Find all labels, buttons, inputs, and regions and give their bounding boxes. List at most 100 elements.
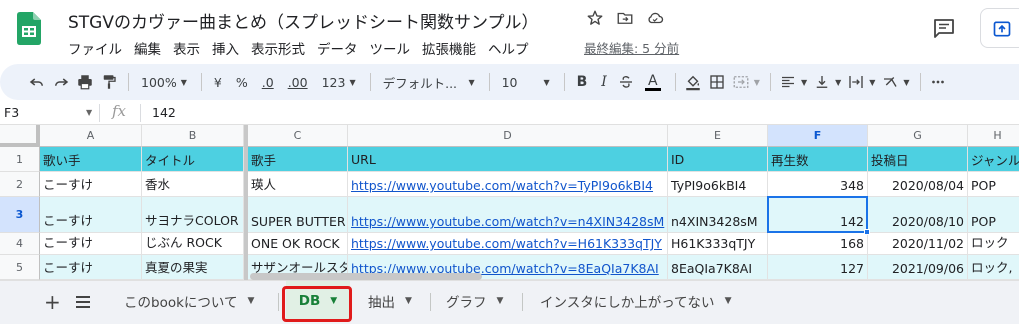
star-icon[interactable] xyxy=(586,9,604,27)
cell-views[interactable]: 127 xyxy=(768,255,868,280)
header-cell-singer[interactable]: 歌い手 xyxy=(40,147,142,172)
last-edit-link[interactable]: 最終編集: 5 分前 xyxy=(584,38,679,57)
add-sheet-button[interactable]: + xyxy=(44,292,61,312)
cell-singer[interactable]: こーすけ xyxy=(40,255,142,280)
column-header[interactable]: F xyxy=(768,125,868,147)
horizontal-align-button[interactable]: ▼ xyxy=(779,69,807,95)
cell-id[interactable]: TyPI9o6kBI4 xyxy=(668,172,768,197)
currency-button[interactable]: ¥ xyxy=(210,69,226,95)
cell-singer[interactable]: こーすけ xyxy=(40,233,142,255)
cell-genre[interactable]: POP xyxy=(968,197,1019,233)
cell-id[interactable]: 8EaQIa7K8AI xyxy=(668,255,768,280)
text-color-button[interactable]: A xyxy=(641,69,665,95)
row-header[interactable]: 5 xyxy=(0,255,40,280)
cell-posted[interactable]: 2021/09/06 xyxy=(868,255,968,280)
column-header[interactable]: A xyxy=(40,125,142,147)
cell-title[interactable]: 真夏の果実 xyxy=(142,255,244,280)
cloud-status-icon[interactable] xyxy=(646,9,664,27)
cell-genre[interactable]: POP xyxy=(968,172,1019,197)
text-rotation-button[interactable]: ▼ xyxy=(881,69,910,95)
cell-posted[interactable]: 2020/11/02 xyxy=(868,233,968,255)
fill-color-button[interactable] xyxy=(684,69,702,95)
menu-file[interactable]: ファイル xyxy=(68,38,122,58)
menu-extensions[interactable]: 拡張機能 xyxy=(422,38,476,58)
cell-url[interactable]: https://www.youtube.com/watch?v=H61K333q… xyxy=(348,233,668,255)
decrease-decimal-button[interactable]: .0 xyxy=(258,69,278,95)
percent-button[interactable]: % xyxy=(232,69,252,95)
header-cell-views[interactable]: 再生数 xyxy=(768,147,868,172)
column-header[interactable]: B xyxy=(142,125,244,147)
header-cell-id[interactable]: ID xyxy=(668,147,768,172)
cell-singer[interactable]: こーすけ xyxy=(40,172,142,197)
sheet-tab-instagram[interactable]: インスタにしか上がってない ▼ xyxy=(530,281,741,321)
header-cell-title[interactable]: タイトル xyxy=(142,147,244,172)
select-all-corner[interactable] xyxy=(0,125,40,147)
menu-edit[interactable]: 編集 xyxy=(134,38,161,58)
fill-handle[interactable] xyxy=(864,229,870,235)
font-family-select[interactable]: デフォルト... ▼ xyxy=(379,69,479,95)
print-button[interactable] xyxy=(76,69,94,95)
paint-format-button[interactable] xyxy=(100,69,118,95)
sheet-tab-graph[interactable]: グラフ ▼ xyxy=(436,281,513,321)
undo-button[interactable] xyxy=(28,69,46,95)
row-header[interactable]: 2 xyxy=(0,172,40,197)
cell-title[interactable]: サヨナラCOLOR xyxy=(142,197,244,233)
menu-data[interactable]: データ xyxy=(317,38,358,58)
vertical-align-button[interactable]: ▼ xyxy=(813,69,841,95)
frozen-column-divider[interactable] xyxy=(244,125,248,280)
cell-genre[interactable]: ロック xyxy=(968,233,1019,255)
youtube-link[interactable]: https://www.youtube.com/watch?v=n4XIN342… xyxy=(351,214,664,229)
column-header[interactable]: H xyxy=(968,125,1019,147)
menu-insert[interactable]: 挿入 xyxy=(212,38,239,58)
increase-decimal-button[interactable]: .00 xyxy=(284,69,312,95)
cell-genre[interactable]: ロック, xyxy=(968,255,1019,280)
header-cell-artist[interactable]: 歌手 xyxy=(248,147,348,172)
cell-artist[interactable]: ONE OK ROCK xyxy=(248,233,348,255)
share-button[interactable] xyxy=(980,8,1019,48)
column-header[interactable]: D xyxy=(348,125,668,147)
cell-posted[interactable]: 2020/08/10 xyxy=(868,197,968,233)
youtube-link[interactable]: https://www.youtube.com/watch?v=TyPI9o6k… xyxy=(351,178,653,193)
menu-help[interactable]: ヘルプ xyxy=(488,38,529,58)
sheets-logo[interactable] xyxy=(17,12,41,45)
font-size-select[interactable]: 10 ▼ xyxy=(498,69,554,95)
sheet-tab-about[interactable]: このbookについて ▼ xyxy=(114,281,264,321)
cell-url[interactable]: https://www.youtube.com/watch?v=n4XIN342… xyxy=(348,197,668,233)
comment-icon[interactable] xyxy=(932,16,956,40)
cell-singer[interactable]: こーすけ xyxy=(40,197,142,233)
header-cell-genre[interactable]: ジャンル xyxy=(968,147,1019,172)
redo-button[interactable] xyxy=(52,69,70,95)
number-format-select[interactable]: 123 ▼ xyxy=(318,69,360,95)
zoom-select[interactable]: 100% ▼ xyxy=(137,69,191,95)
row-header[interactable]: 4 xyxy=(0,233,40,255)
name-box[interactable]: F3 xyxy=(4,105,94,120)
menu-tools[interactable]: ツール xyxy=(370,38,411,58)
column-header[interactable]: E xyxy=(668,125,768,147)
cell-artist[interactable]: SUPER BUTTER DOG xyxy=(248,197,348,233)
row-header[interactable]: 3 xyxy=(0,197,40,233)
column-header[interactable]: G xyxy=(868,125,968,147)
list-sheets-icon[interactable] xyxy=(74,294,92,310)
strikethrough-button[interactable] xyxy=(617,69,635,95)
more-options-button[interactable] xyxy=(929,69,947,95)
menu-view[interactable]: 表示 xyxy=(173,38,200,58)
bold-button[interactable]: B xyxy=(573,69,592,95)
cell-posted[interactable]: 2020/08/04 xyxy=(868,172,968,197)
text-wrap-button[interactable]: ▼ xyxy=(847,69,875,95)
menu-format[interactable]: 表示形式 xyxy=(251,38,305,58)
row-header[interactable]: 1 xyxy=(0,147,40,172)
cell-artist[interactable]: 瑛人 xyxy=(248,172,348,197)
cell-id[interactable]: H61K333qTJY xyxy=(668,233,768,255)
formula-input[interactable]: 142 xyxy=(152,105,176,120)
folder-move-icon[interactable] xyxy=(616,9,634,27)
cell-views[interactable]: 348 xyxy=(768,172,868,197)
header-cell-posted[interactable]: 投稿日 xyxy=(868,147,968,172)
document-title[interactable]: STGVのカヴァー曲まとめ（スプレッドシート関数サンプル） xyxy=(68,8,538,33)
chevron-down-icon[interactable]: ▼ xyxy=(86,108,92,117)
header-cell-url[interactable]: URL xyxy=(348,147,668,172)
italic-button[interactable]: I xyxy=(597,69,611,95)
horizontal-scrollbar[interactable] xyxy=(250,273,482,280)
cell-id[interactable]: n4XIN3428sM xyxy=(668,197,768,233)
borders-button[interactable] xyxy=(708,69,726,95)
cell-url[interactable]: https://www.youtube.com/watch?v=TyPI9o6k… xyxy=(348,172,668,197)
